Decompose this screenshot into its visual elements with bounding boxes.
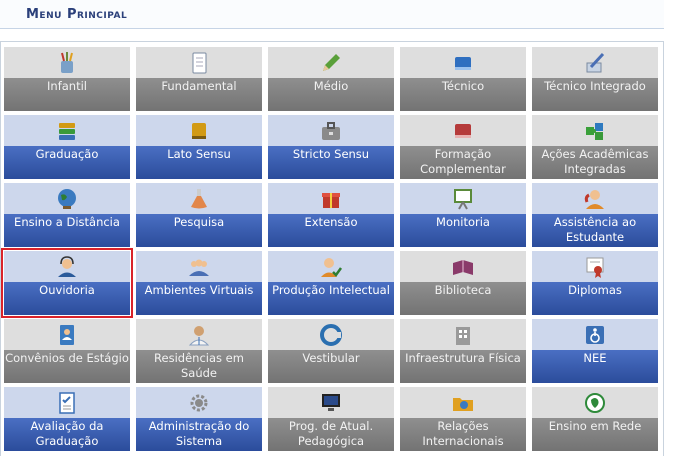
tile-label: Vestibular [302, 351, 360, 365]
tile-label: Administração do Sistema [148, 419, 250, 448]
presentation-board-icon [454, 189, 472, 210]
menu-tile-diplomas[interactable]: Diplomas [532, 251, 658, 315]
menu-tile-vestibular[interactable]: Vestibular [268, 319, 394, 383]
monitor-icon [322, 394, 340, 411]
tile-label: Infantil [47, 79, 87, 93]
tile-label: NEE [583, 351, 607, 365]
tile-label: Assistência ao Estudante [553, 215, 637, 244]
menu-tile-ambientes-virtuais[interactable]: Ambientes Virtuais [136, 251, 262, 315]
tile-label: Técnico Integrado [544, 79, 646, 93]
menu-tile-fundamental[interactable]: Fundamental [136, 47, 262, 111]
menu-tile-ensino-em-rede[interactable]: Ensino em Rede [532, 387, 658, 451]
tile-label: Diplomas [568, 283, 622, 297]
tile-label: Relações Internacionais [422, 419, 504, 448]
tile-label: Ações Acadêmicas Integradas [541, 147, 649, 176]
tile-label: Extensão [304, 215, 358, 229]
blue-book-icon [455, 57, 471, 70]
tile-label: Técnico [441, 79, 485, 93]
tile-label: Produção Intelectual [272, 283, 390, 297]
tile-label: Convênios de Estágio [5, 351, 129, 365]
tile-label: Graduação [35, 147, 99, 161]
menu-tile-relacoes-internacionais[interactable]: Relações Internacionais [400, 387, 526, 451]
pencil-icon [323, 54, 340, 71]
group-users-icon [189, 259, 209, 276]
menu-header: Menu Principal [0, 0, 664, 29]
menu-tile-avaliacao-da-graduacao[interactable]: Avaliação da Graduação [4, 387, 130, 451]
tile-label: Avaliação da Graduação [30, 419, 104, 448]
book-stack-icon [59, 123, 75, 140]
menu-tile-infantil[interactable]: Infantil [4, 47, 130, 111]
tile-label: Pesquisa [173, 215, 225, 229]
c-logo-icon [320, 324, 342, 346]
notebook-icon [192, 52, 207, 74]
tile-label: Biblioteca [434, 283, 492, 297]
tile-label: Fundamental [161, 79, 237, 93]
drawing-pen-icon [586, 52, 605, 73]
tile-label: Ambientes Virtuais [144, 283, 254, 297]
headset-user-icon [58, 256, 76, 277]
menu-tile-prog-de-atual-pedagogica[interactable]: Prog. de Atual. Pedagógica [268, 387, 394, 451]
tile-label: Residências em Saúde [154, 351, 244, 380]
menu-tile-residencias-em-saude[interactable]: Residências em Saúde [136, 319, 262, 383]
tile-label: Ensino em Rede [548, 419, 642, 433]
menu-tile-formacao-complementar[interactable]: Formação Complementar [400, 115, 526, 179]
menu-tile-ensino-a-distancia[interactable]: Ensino a Distância [4, 183, 130, 247]
open-book-icon [453, 260, 473, 275]
puzzle-icon [586, 123, 603, 140]
menu-tile-stricto-sensu[interactable]: Stricto Sensu [268, 115, 394, 179]
menu-tile-biblioteca[interactable]: Biblioteca [400, 251, 526, 315]
wheelchair-icon [586, 326, 604, 344]
red-book-icon [455, 124, 471, 138]
menu-tile-extensao[interactable]: Extensão [268, 183, 394, 247]
gear-icon [190, 394, 208, 412]
certificate-icon [586, 257, 604, 278]
tile-label: Monitoria [436, 215, 490, 229]
flask-icon [191, 189, 207, 209]
world-folder-icon [453, 398, 473, 411]
doctor-icon [188, 326, 210, 346]
contact-book-icon [60, 325, 74, 345]
menu-tile-tecnico[interactable]: Técnico [400, 47, 526, 111]
pencil-cup-icon [61, 52, 73, 73]
menu-tile-tecnico-integrado[interactable]: Técnico Integrado [532, 47, 658, 111]
menu-tile-ouvidoria[interactable]: Ouvidoria [1, 248, 133, 318]
tile-label: Formação Complementar [420, 147, 506, 176]
gift-box-icon [322, 193, 340, 208]
network-map-icon [585, 393, 605, 413]
menu-tile-pesquisa[interactable]: Pesquisa [136, 183, 262, 247]
user-check-icon [321, 258, 343, 277]
menu-tile-monitoria[interactable]: Monitoria [400, 183, 526, 247]
globe-icon [58, 189, 76, 209]
menu-tile-convenios-de-estagio[interactable]: Convênios de Estágio [4, 319, 130, 383]
menu-tile-graduacao[interactable]: Graduação [4, 115, 130, 179]
menu-tile-infraestrutura-fisica[interactable]: Infraestrutura Física [400, 319, 526, 383]
building-icon [456, 327, 470, 345]
gold-book-icon [192, 123, 206, 139]
tile-label: Ensino a Distância [14, 215, 120, 229]
page-title: Menu Principal [26, 7, 128, 22]
menu-tile-acoes-academicas-integradas[interactable]: Ações Acadêmicas Integradas [532, 115, 658, 179]
menu-tile-producao-intelectual[interactable]: Produção Intelectual [268, 251, 394, 315]
tile-label: Stricto Sensu [292, 147, 370, 161]
tile-label: Infraestrutura Física [405, 351, 521, 365]
menu-tile-nee[interactable]: NEE [532, 319, 658, 383]
menu-tile-lato-sensu[interactable]: Lato Sensu [136, 115, 262, 179]
menu-panel: Infantil Fundamental Médio Técnico Técnico I… [0, 41, 664, 456]
menu-tile-assistencia-ao-estudante[interactable]: Assistência ao Estudante [532, 183, 658, 247]
tile-label: Lato Sensu [167, 147, 231, 161]
tile-label: Prog. de Atual. Pedagógica [288, 419, 374, 448]
checklist-icon [59, 392, 75, 414]
tile-label: Ouvidoria [39, 283, 95, 297]
briefcase-icon [322, 122, 340, 140]
menu-tile-medio[interactable]: Médio [268, 47, 394, 111]
user-support-icon [584, 190, 604, 209]
menu-tile-administracao-do-sistema[interactable]: Administração do Sistema [136, 387, 262, 451]
tile-label: Médio [313, 79, 349, 93]
